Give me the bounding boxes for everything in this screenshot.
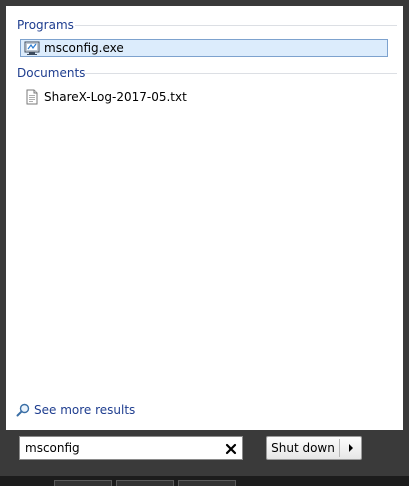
programs-group-divider — [75, 25, 397, 26]
see-more-results-label: See more results — [34, 403, 136, 417]
search-results-panel: Programs msconfig.exe Documents ShareX-L… — [6, 6, 403, 430]
close-icon[interactable] — [224, 441, 238, 455]
taskbar-button[interactable] — [116, 480, 174, 486]
taskbar — [0, 476, 409, 486]
shutdown-button[interactable]: Shut down — [267, 437, 339, 459]
shutdown-options-button[interactable] — [340, 437, 361, 459]
arrow-right-icon — [349, 444, 353, 452]
msconfig-app-icon — [24, 40, 40, 56]
search-icon — [16, 403, 30, 417]
result-item-msconfig[interactable]: msconfig.exe — [20, 39, 388, 57]
documents-group-divider — [85, 73, 397, 74]
result-item-sharex-log[interactable]: ShareX-Log-2017-05.txt — [20, 88, 388, 106]
start-menu: Programs msconfig.exe Documents ShareX-L… — [0, 0, 409, 486]
shutdown-split-button: Shut down — [266, 436, 362, 460]
result-item-label: ShareX-Log-2017-05.txt — [44, 90, 187, 104]
programs-group-title: Programs — [17, 18, 74, 32]
documents-group-title: Documents — [17, 66, 86, 80]
taskbar-button[interactable] — [178, 480, 236, 486]
search-box — [19, 436, 243, 460]
documents-group-header: Documents — [17, 65, 397, 81]
programs-group-header: Programs — [17, 17, 397, 33]
search-input[interactable] — [23, 439, 215, 457]
result-item-label: msconfig.exe — [44, 41, 124, 55]
text-file-icon — [24, 89, 40, 105]
taskbar-button[interactable] — [54, 480, 112, 486]
